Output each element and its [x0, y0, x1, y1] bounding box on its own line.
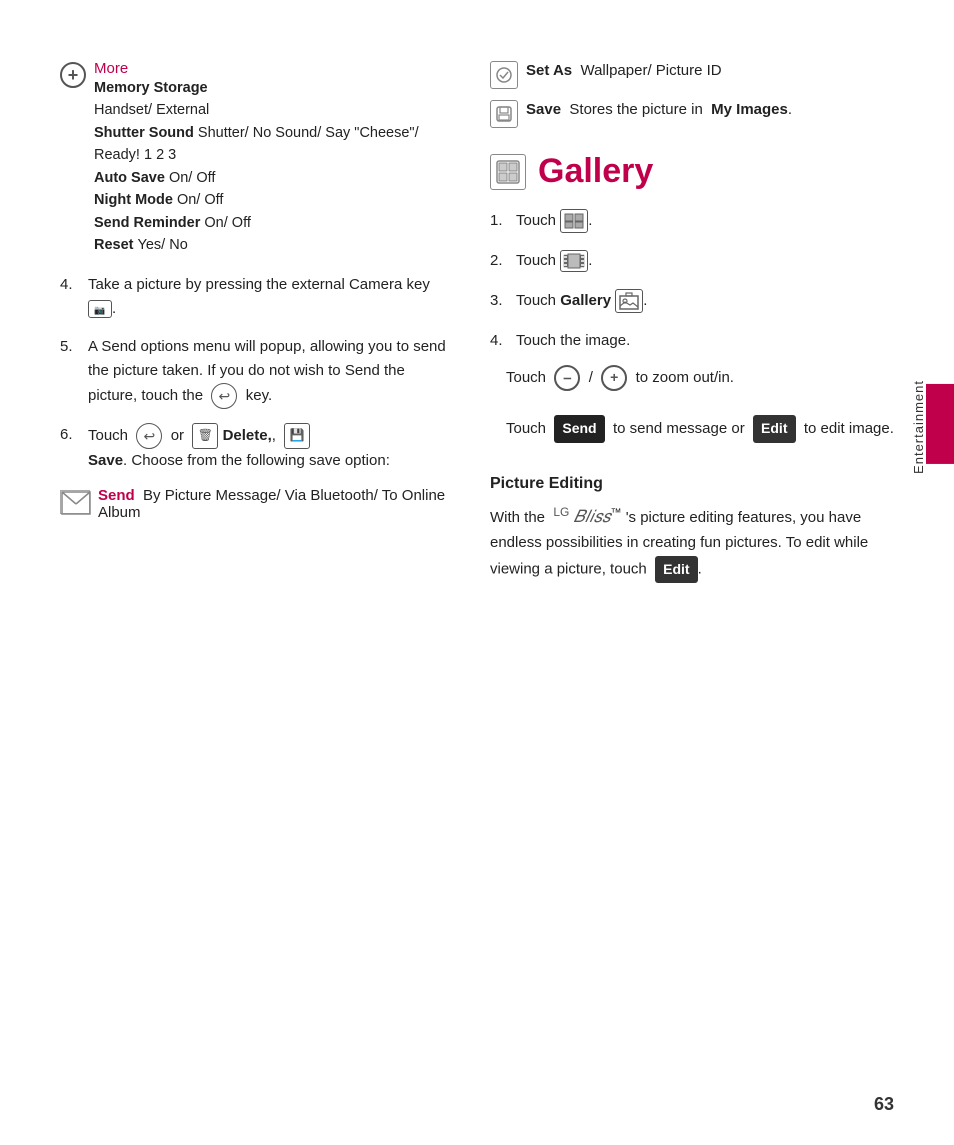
item4-number: 4.: [60, 273, 88, 321]
more-icon: +: [60, 62, 86, 88]
save-text: Save Stores the picture in My Images.: [526, 99, 792, 122]
memory-storage-label: Memory Storage: [94, 80, 208, 96]
item4-content: Take a picture by pressing the external …: [88, 273, 450, 321]
touch-send-post: to edit image.: [804, 420, 894, 437]
touch2-num: 2.: [490, 249, 516, 273]
send-reminder-label: Send Reminder On/ Off: [94, 215, 251, 231]
edit-button-label-2: Edit: [655, 556, 697, 583]
more-section: + More Memory Storage Handset/ External …: [60, 60, 450, 257]
set-as-row: Set As Wallpaper/ Picture ID: [490, 60, 914, 89]
camera-key-icon: 📷: [88, 300, 112, 318]
zoom-plus-icon: +: [601, 365, 627, 391]
gallery-title: Gallery: [538, 152, 653, 191]
item5-number: 5.: [60, 335, 88, 409]
touch3-gallery: Gallery: [560, 289, 611, 313]
save-cam-icon: 💾: [284, 423, 310, 449]
touch1-text: Touch: [516, 209, 556, 233]
touch1-num: 1.: [490, 209, 516, 233]
back-icon-2: ↩: [136, 423, 162, 449]
page-number: 63: [874, 1094, 894, 1115]
my-images: My Images: [711, 101, 788, 118]
more-content: Memory Storage Handset/ External Shutter…: [94, 77, 450, 257]
handset-external: Handset/ External: [94, 102, 209, 118]
touch-item-2: 2. Touch .: [490, 249, 914, 273]
send-option: Send By Picture Message/ Via Bluetooth/ …: [60, 487, 450, 521]
touch3-icon: [615, 289, 643, 313]
gallery-header-icon: [490, 154, 526, 190]
send-option-desc: By Picture Message/ Via Bluetooth/ To On…: [98, 487, 445, 521]
set-as-text: Set As Wallpaper/ Picture ID: [526, 60, 722, 83]
picture-editing-section: Picture Editing With the LG 𝐵𝑙𝑖𝑠𝑠™ 's pi…: [490, 475, 914, 583]
item5-content: A Send options menu will popup, allowing…: [88, 335, 450, 409]
more-content-block: More Memory Storage Handset/ External Sh…: [94, 60, 450, 257]
touch4-num: 4.: [490, 329, 516, 353]
left-column: + More Memory Storage Handset/ External …: [60, 60, 480, 1105]
trash-icon: 🗑: [192, 423, 218, 449]
night-mode-label: Night Mode On/ Off: [94, 192, 223, 208]
picture-editing-title: Picture Editing: [490, 475, 914, 493]
auto-save-label: Auto Save On/ Off: [94, 170, 215, 186]
right-column: Set As Wallpaper/ Picture ID Save Stores…: [480, 60, 914, 1105]
set-as-icon: [490, 61, 518, 89]
touch-item-3: 3. Touch Gallery .: [490, 289, 914, 313]
item6-content: Touch ↩ or 🗑 Delete,, 💾 Save. Choose fro…: [88, 423, 450, 473]
list-item-6: 6. Touch ↩ or 🗑 Delete,, 💾 Save. Choose …: [60, 423, 450, 473]
touch-item-1: 1. Touch .: [490, 209, 914, 233]
back-icon: ↩: [211, 383, 237, 409]
touch-sub-zoom: Touch ⎯ / + to zoom out/in.: [490, 365, 734, 391]
touch3-text: Touch: [516, 289, 556, 313]
reset-label: Reset Yes/ No: [94, 237, 188, 253]
touch-zoom-pre: Touch: [506, 369, 546, 386]
touch-send-pre: Touch: [506, 420, 546, 437]
send-button-label: Send: [554, 415, 604, 443]
edit-button-label: Edit: [753, 415, 795, 443]
item6-number: 6.: [60, 423, 88, 473]
list-item-4: 4. Take a picture by pressing the extern…: [60, 273, 450, 321]
send-option-label: Send: [98, 487, 135, 504]
touch2-icon: [560, 250, 588, 272]
touch2-text: Touch: [516, 249, 556, 273]
touch-zoom-text: to zoom out/in.: [636, 369, 734, 386]
picture-editing-body: With the LG 𝐵𝑙𝑖𝑠𝑠™ 's picture editing fe…: [490, 503, 914, 583]
page-container: + More Memory Storage Handset/ External …: [0, 0, 954, 1145]
lg-text: LG: [553, 505, 569, 519]
send-option-text: Send By Picture Message/ Via Bluetooth/ …: [98, 487, 450, 521]
touch-item-4: 4. Touch the image. Touch ⎯ / + to zoom …: [490, 329, 914, 455]
sidebar-bar: [926, 384, 954, 464]
bliss-brand: 𝐵𝑙𝑖𝑠𝑠: [574, 507, 611, 526]
save-icon: [490, 100, 518, 128]
list-item-5: 5. A Send options menu will popup, allow…: [60, 335, 450, 409]
touch3-num: 3.: [490, 289, 516, 313]
sidebar-label: Entertainment: [911, 380, 954, 474]
more-label: More: [94, 60, 450, 77]
touch4-text: Touch the image.: [516, 329, 630, 353]
zoom-minus-icon: ⎯: [554, 365, 580, 391]
shutter-sound-label: Shutter Sound Shutter/ No Sound/ Say "Ch…: [94, 125, 419, 163]
save-row: Save Stores the picture in My Images.: [490, 99, 914, 128]
touch-sub-send: Touch Send to send message or Edit to ed…: [490, 415, 894, 443]
touch-send-mid: to send message or: [613, 420, 745, 437]
email-icon: [60, 490, 90, 514]
gallery-header: Gallery: [490, 152, 914, 191]
touch1-icon: [560, 209, 588, 233]
